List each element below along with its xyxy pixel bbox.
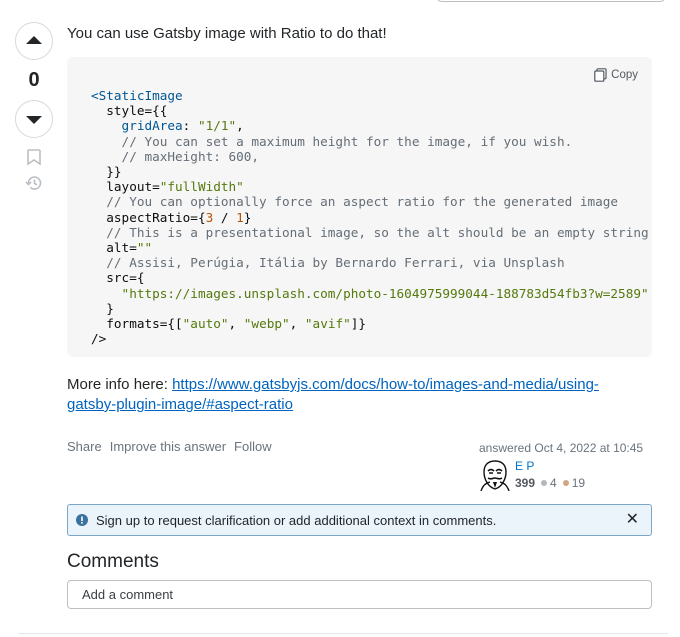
- code-token: "fullWidth": [159, 179, 244, 195]
- add-comment-button[interactable]: Add a comment: [67, 580, 652, 609]
- code-line: formats={["auto", "webp", "avif"]}: [91, 316, 366, 331]
- copy-button[interactable]: Copy: [594, 68, 638, 82]
- notice-text: Sign up to request clarification or add …: [96, 512, 497, 528]
- bronze-badge-icon: [562, 480, 569, 486]
- code-token: layout=: [91, 179, 160, 195]
- code-line: "https://images.unsplash.com/photo-16049…: [91, 286, 649, 301]
- code-line: gridArea: "1/1",: [91, 118, 244, 133]
- arrow-up-icon: [26, 36, 42, 44]
- avatar[interactable]: [479, 459, 511, 491]
- code-token: }: [243, 209, 252, 225]
- code-token: /: [213, 209, 237, 225]
- history-button[interactable]: [15, 174, 53, 192]
- post-menu: Share Improve this answer Follow: [67, 439, 272, 454]
- code-token: formats={[: [91, 316, 183, 332]
- bookmark-button[interactable]: [15, 148, 53, 166]
- user-card: answered Oct 4, 2022 at 10:45 E P 399 4 …: [479, 441, 649, 491]
- code-token: style={{: [91, 103, 168, 119]
- divider: [18, 633, 668, 634]
- code-token: <StaticImage: [91, 88, 183, 103]
- code-line: />: [91, 331, 106, 346]
- code-content: <StaticImage style={{ gridArea: "1/1", /…: [91, 88, 649, 346]
- code-line: <StaticImage: [91, 88, 183, 103]
- code-line: }}: [91, 164, 122, 180]
- code-token: ,: [236, 118, 244, 134]
- code-line: layout="fullWidth": [91, 179, 244, 194]
- code-line: }: [91, 301, 114, 316]
- vote-column: 0: [15, 22, 53, 192]
- code-token: gridArea: [91, 118, 183, 134]
- answer-intro: You can use Gatsby image with Ratio to d…: [67, 25, 387, 42]
- code-line: // Assisi, Perúgia, Itália by Bernardo F…: [91, 255, 565, 271]
- code-line: // You can set a maximum height for the …: [91, 133, 573, 149]
- code-token: // You can optionally force an aspect ra…: [91, 194, 619, 210]
- code-block: Copy <StaticImage style={{ gridArea: "1/…: [67, 57, 652, 357]
- downvote-button[interactable]: [15, 100, 53, 138]
- code-token: }}: [91, 164, 122, 180]
- info-icon: [76, 514, 88, 526]
- silver-badge-count: 4: [550, 476, 557, 490]
- code-token: ]}: [350, 316, 367, 332]
- code-token: // Assisi, Perúgia, Itália by Bernardo F…: [91, 255, 565, 271]
- code-token: "1/1": [197, 118, 237, 134]
- user-reputation: 399 4 19: [515, 475, 585, 491]
- code-token: "https://images.unsplash.com/photo-16049…: [91, 285, 649, 301]
- improve-answer-link[interactable]: Improve this answer: [110, 439, 226, 454]
- signup-notice: Sign up to request clarification or add …: [67, 504, 652, 536]
- copy-label: Copy: [611, 69, 638, 81]
- code-line: // maxHeight: 600,: [91, 148, 260, 164]
- bronze-badge-count: 19: [571, 476, 586, 490]
- code-token: }: [91, 300, 114, 316]
- answered-timestamp: answered Oct 4, 2022 at 10:45: [479, 441, 644, 455]
- code-token: // maxHeight: 600,: [91, 148, 260, 164]
- code-line: alt="": [91, 240, 152, 255]
- code-token: src={: [91, 270, 145, 286]
- code-token: // This is a presentational image, so th…: [91, 224, 649, 240]
- code-token: "": [136, 240, 153, 256]
- code-token: ,: [289, 316, 305, 332]
- code-token: />: [91, 331, 107, 347]
- user-name[interactable]: E P: [515, 459, 585, 473]
- code-token: "webp": [243, 316, 290, 332]
- top-input-edge: [436, 0, 666, 2]
- code-token: // You can set a maximum height for the …: [91, 133, 573, 149]
- code-token: "avif": [304, 316, 351, 332]
- silver-badge-icon: [541, 480, 548, 486]
- history-icon: [25, 176, 42, 190]
- code-token: "auto": [182, 316, 229, 332]
- bookmark-icon: [27, 149, 41, 166]
- code-token: :: [182, 118, 198, 134]
- code-line: // This is a presentational image, so th…: [91, 224, 649, 240]
- code-line: // You can optionally force an aspect ra…: [91, 194, 618, 209]
- vote-count: 0: [28, 69, 40, 91]
- code-line: style={{: [91, 103, 167, 118]
- code-token: alt=: [91, 240, 137, 256]
- more-info: More info here: https://www.gatsbyjs.com…: [67, 375, 627, 415]
- more-info-prefix: More info here:: [67, 376, 173, 393]
- follow-link[interactable]: Follow: [234, 439, 272, 454]
- share-link[interactable]: Share: [67, 439, 102, 454]
- code-line: aspectRatio={3 / 1}: [91, 210, 251, 225]
- close-icon[interactable]: ✕: [626, 512, 639, 528]
- code-token: aspectRatio={: [91, 209, 206, 225]
- reputation-score: 399: [515, 476, 536, 490]
- upvote-button[interactable]: [15, 22, 53, 60]
- code-line: src={: [91, 270, 144, 285]
- comments-heading: Comments: [67, 551, 159, 572]
- code-token: ,: [228, 316, 244, 332]
- arrow-down-icon: [26, 116, 42, 124]
- copy-icon: [594, 68, 607, 82]
- code-token: 1: [236, 209, 244, 225]
